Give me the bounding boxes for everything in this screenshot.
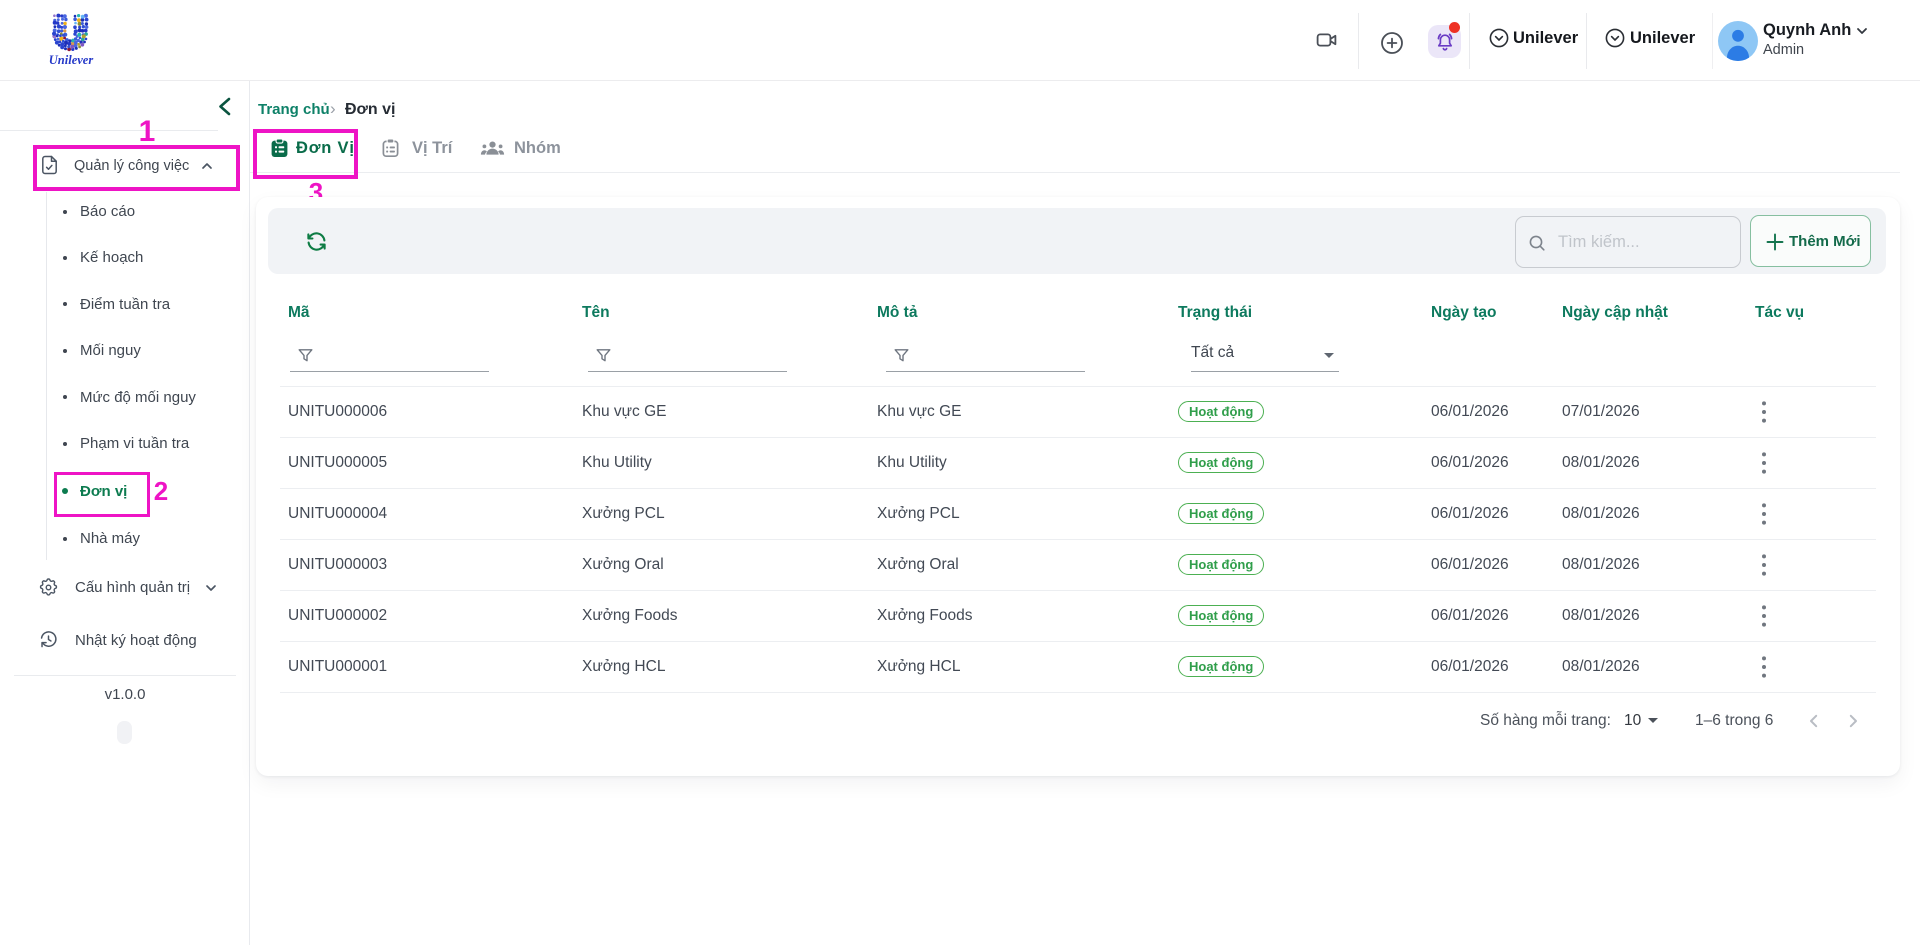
svg-text:Unilever: Unilever [49, 53, 94, 67]
